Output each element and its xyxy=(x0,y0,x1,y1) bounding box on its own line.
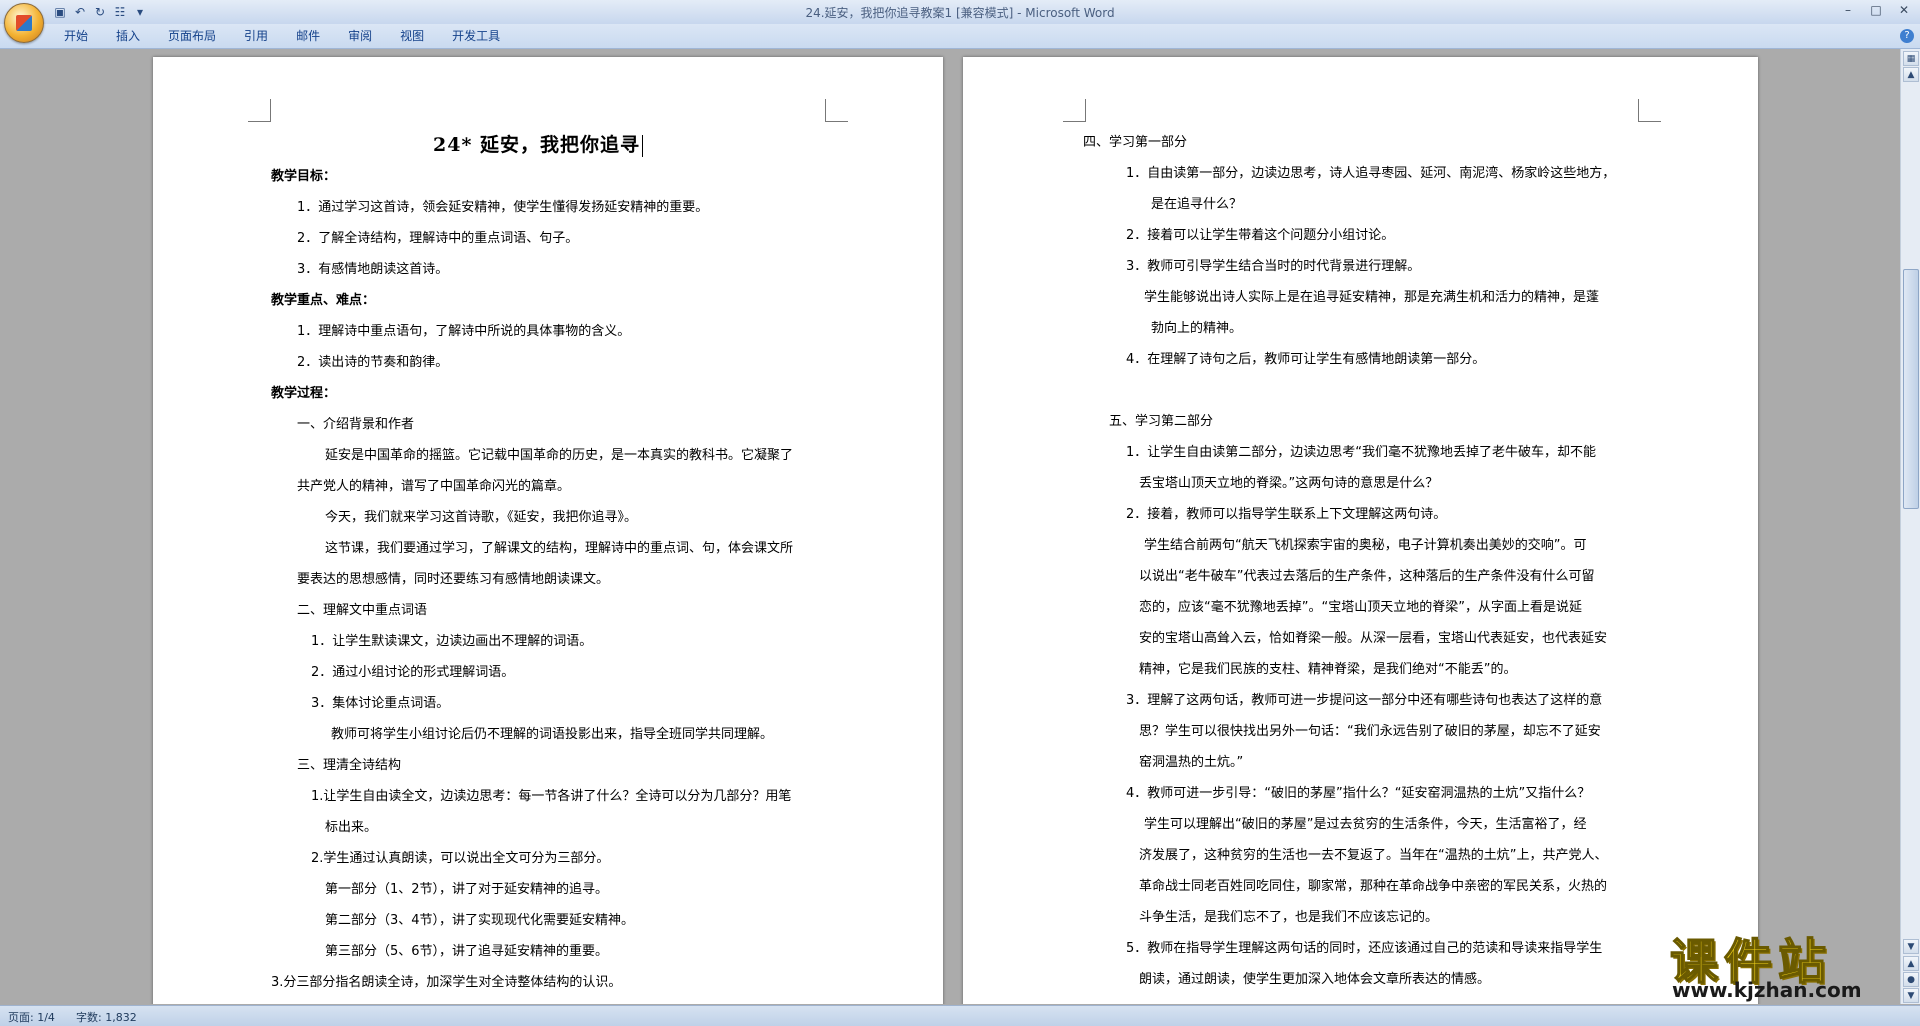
vertical-scrollbar[interactable]: ▦ ▲ ▼ ▲ ● ▼ xyxy=(1900,49,1920,1004)
paragraph-line: 勃向上的精神。 xyxy=(1151,321,1243,336)
crop-mark xyxy=(825,99,848,122)
crop-mark xyxy=(248,99,271,122)
document-page-1[interactable]: 24* 延安，我把你追寻 教学目标： 1．通过学习这首诗，领会延安精神，使学生懂… xyxy=(153,57,943,1004)
list-item: 3．理解了这两句话，教师可进一步提问这一部分中还有哪些诗句也表达了这样的意 xyxy=(1126,693,1603,708)
paragraph-line: 这节课，我们要通过学习，了解课文的结构，理解诗中的重点词、句，体会课文所 xyxy=(325,541,794,556)
paragraph-line: 朗读，通过朗读，使学生更加深入地体会文章所表达的情感。 xyxy=(1139,972,1491,987)
paragraph-line: 安的宝塔山高耸入云，恰如脊梁一般。从深一层看，宝塔山代表延安，也代表延安 xyxy=(1139,631,1608,646)
subheading: 四、学习第一部分 xyxy=(1083,135,1188,150)
paragraph-line: 丢宝塔山顶天立地的脊梁。”这两句诗的意思是什么？ xyxy=(1139,476,1439,491)
document-area: 24* 延安，我把你追寻 教学目标： 1．通过学习这首诗，领会延安精神，使学生懂… xyxy=(0,49,1900,1004)
word-count[interactable]: 字数: 1,832 xyxy=(76,1009,137,1025)
subheading: 二、理解文中重点词语 xyxy=(297,603,428,618)
subheading: 五、学习第二部分 xyxy=(1109,414,1214,429)
list-item: 1.让学生自由读全文，边读边思考：每一节各讲了什么？全诗可以分为几部分？用笔 xyxy=(311,789,792,804)
tab-insert[interactable]: 插入 xyxy=(102,24,154,48)
tab-page-layout[interactable]: 页面布局 xyxy=(154,24,230,48)
section-heading: 教学重点、难点： xyxy=(271,293,376,308)
paragraph-line: 以说出“老牛破车”代表过去落后的生产条件，这种落后的生产条件没有什么可留 xyxy=(1139,569,1595,584)
list-item: 2.学生通过认真朗读，可以说出全文可分为三部分。 xyxy=(311,851,610,866)
subheading: 一、介绍背景和作者 xyxy=(297,417,415,432)
tab-references[interactable]: 引用 xyxy=(230,24,282,48)
list-item: 1．自由读第一部分，边读边思考，诗人追寻枣园、延河、南泥湾、杨家岭这些地方， xyxy=(1126,166,1616,181)
paragraph-line: 学生结合前两句“航天飞机探索宇宙的奥秘，电子计算机奏出美妙的交响”。可 xyxy=(1144,538,1587,553)
scrollbar-thumb[interactable] xyxy=(1903,269,1919,509)
watermark-url: www.kjzhan.com xyxy=(1672,978,1862,1002)
ruler-toggle-icon[interactable]: ▦ xyxy=(1903,51,1919,66)
paragraph-line: 学生能够说出诗人实际上是在追寻延安精神，那是充满生机和活力的精神，是蓬 xyxy=(1144,290,1600,305)
tab-mailings[interactable]: 邮件 xyxy=(282,24,334,48)
paragraph-line: 第二部分（3、4节），讲了实现现代化需要延安精神。 xyxy=(325,913,635,928)
minimize-icon[interactable]: – xyxy=(1834,0,1862,20)
list-item: 2．了解全诗结构，理解诗中的重点词语、句子。 xyxy=(297,231,579,246)
list-item: 2．接着可以让学生带着这个问题分小组讨论。 xyxy=(1126,228,1395,243)
list-item: 3.分三部分指名朗读全诗，加深学生对全诗整体结构的认识。 xyxy=(271,975,622,990)
tab-review[interactable]: 审阅 xyxy=(334,24,386,48)
paragraph-line: 今天，我们就来学习这首诗歌，《延安，我把你追寻》。 xyxy=(325,510,638,525)
paragraph-line: 标出来。 xyxy=(325,820,378,835)
list-item: 2．通过小组讨论的形式理解词语。 xyxy=(311,665,515,680)
paragraph-line: 共产党人的精神，谱写了中国革命闪光的篇章。 xyxy=(297,479,571,494)
document-page-2[interactable]: 四、学习第一部分 1．自由读第一部分，边读边思考，诗人追寻枣园、延河、南泥湾、杨… xyxy=(963,57,1758,1004)
section-heading: 教学目标： xyxy=(271,169,337,184)
list-item: 4．教师可进一步引导：“破旧的茅屋”指什么？“延安窑洞温热的土炕”又指什么？ xyxy=(1126,786,1591,801)
paragraph-line: 斗争生活，是我们忘不了，也是我们不应该忘记的。 xyxy=(1139,910,1439,925)
watermark-logo: 课件站 www.kjzhan.com xyxy=(1669,922,1898,1002)
page-indicator[interactable]: 页面: 1/4 xyxy=(8,1009,55,1025)
list-item: 1．让学生默读课文，边读边画出不理解的词语。 xyxy=(311,634,593,649)
window-title: 24.延安，我把你追寻教案1 [兼容模式] - Microsoft Word xyxy=(805,6,1115,20)
list-item: 2．接着，教师可以指导学生联系上下文理解这两句诗。 xyxy=(1126,507,1447,522)
tab-view[interactable]: 视图 xyxy=(386,24,438,48)
paragraph-line: 精神，它是我们民族的支柱、精神脊梁，是我们绝对“不能丢”的。 xyxy=(1139,662,1517,677)
tab-developer[interactable]: 开发工具 xyxy=(438,24,514,48)
paragraph-line: 济发展了，这种贫穷的生活也一去不复返了。当年在“温热的土炕”上，共产党人、 xyxy=(1139,848,1608,863)
paragraph-line: 学生可以理解出“破旧的茅屋”是过去贫穷的生活条件，今天，生活富裕了，经 xyxy=(1144,817,1587,832)
title-bar: ▣ ↶ ↻ ☷ ▾ 24.延安，我把你追寻教案1 [兼容模式] - Micros… xyxy=(0,0,1920,25)
paragraph-line: 恋的，应该“毫不犹豫地丢掉”。“宝塔山顶天立地的脊梁”，从字面上看是说延 xyxy=(1139,600,1582,615)
paragraph-line: 教师可将学生小组讨论后仍不理解的词语投影出来，指导全班同学共同理解。 xyxy=(331,727,774,742)
list-item: 3．集体讨论重点词语。 xyxy=(311,696,450,711)
office-button[interactable] xyxy=(4,3,44,43)
paragraph-line: 第三部分（5、6节），讲了追寻延安精神的重要。 xyxy=(325,944,609,959)
maximize-icon[interactable]: □ xyxy=(1862,0,1890,20)
list-item: 3．教师可引导学生结合当时的时代背景进行理解。 xyxy=(1126,259,1421,274)
help-icon[interactable]: ? xyxy=(1900,29,1914,43)
document-title-text: 24* 延安，我把你追寻 xyxy=(433,134,640,156)
select-browse-object-icon[interactable]: ● xyxy=(1903,972,1919,987)
close-icon[interactable]: ✕ xyxy=(1890,0,1918,20)
status-bar: 页面: 1/4 字数: 1,832 xyxy=(0,1005,1920,1026)
paragraph-line: 是在追寻什么？ xyxy=(1151,197,1243,212)
text-cursor xyxy=(642,135,643,157)
list-item: 5．教师在指导学生理解这两句话的同时，还应该通过自己的范读和导读来指导学生 xyxy=(1126,941,1603,956)
window-controls: – □ ✕ xyxy=(1834,0,1918,20)
next-page-icon[interactable]: ▼ xyxy=(1903,988,1919,1003)
scroll-up-icon[interactable]: ▲ xyxy=(1903,67,1919,82)
paragraph-line: 要表达的思想感情，同时还要练习有感情地朗读课文。 xyxy=(297,572,610,587)
paragraph-line: 革命战士同老百姓同吃同住，聊家常，那种在革命战争中亲密的军民关系，火热的 xyxy=(1139,879,1608,894)
section-heading: 教学过程： xyxy=(271,386,337,401)
paragraph-line: 第一部分（1、2节），讲了对于延安精神的追寻。 xyxy=(325,882,609,897)
scroll-down-icon[interactable]: ▼ xyxy=(1903,939,1919,954)
list-item: 1．理解诗中重点语句，了解诗中所说的具体事物的含义。 xyxy=(297,324,631,339)
list-item: 1．通过学习这首诗，领会延安精神，使学生懂得发扬延安精神的重要。 xyxy=(297,200,709,215)
ribbon-tabs: 开始 插入 页面布局 引用 邮件 审阅 视图 开发工具 ? xyxy=(0,24,1920,49)
list-item: 1．让学生自由读第二部分，边读边思考“我们毫不犹豫地丢掉了老牛破车，却不能 xyxy=(1126,445,1597,460)
subheading: 三、理清全诗结构 xyxy=(297,758,402,773)
previous-page-icon[interactable]: ▲ xyxy=(1903,956,1919,971)
list-item: 2．读出诗的节奏和韵律。 xyxy=(297,355,449,370)
paragraph-line: 思？学生可以很快找出另外一句话：“我们永远告别了破旧的茅屋，却忘不了延安 xyxy=(1139,724,1601,739)
paragraph-line: 窑洞温热的土炕。” xyxy=(1139,755,1244,770)
paragraph-line: 延安是中国革命的摇篮。它记载中国革命的历史，是一本真实的教科书。它凝聚了 xyxy=(325,448,794,463)
list-item: 3．有感情地朗读这首诗。 xyxy=(297,262,449,277)
document-title: 24* 延安，我把你追寻 xyxy=(433,130,643,157)
crop-mark xyxy=(1638,99,1661,122)
crop-mark xyxy=(1063,99,1086,122)
list-item: 4．在理解了诗句之后，教师可让学生有感情地朗读第一部分。 xyxy=(1126,352,1486,367)
tab-home[interactable]: 开始 xyxy=(50,24,102,48)
